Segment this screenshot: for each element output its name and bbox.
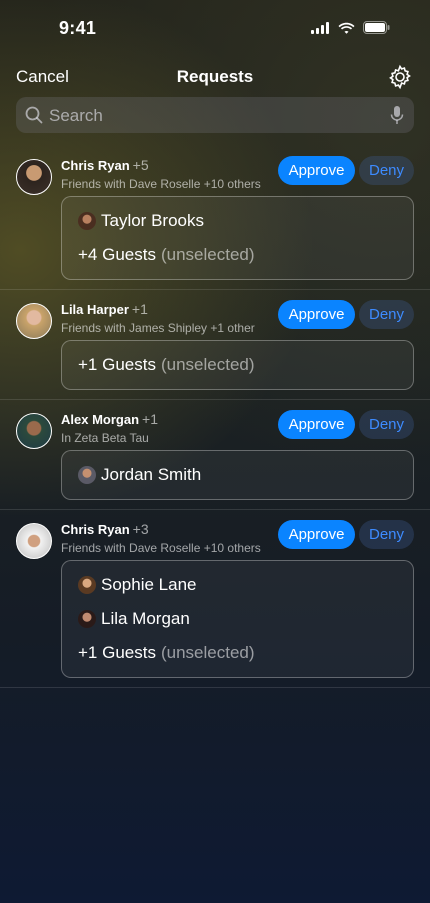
requester-name: Alex Morgan bbox=[61, 412, 140, 427]
status-bar: 9:41 bbox=[0, 0, 430, 56]
requester-name: Chris Ryan bbox=[61, 158, 130, 173]
guest-name: Sophie Lane bbox=[101, 575, 197, 594]
wifi-icon bbox=[338, 21, 355, 39]
deny-button[interactable]: Deny bbox=[359, 156, 414, 185]
requester-subtitle: In Zeta Beta Tau bbox=[61, 431, 149, 445]
approve-button[interactable]: Approve bbox=[278, 520, 355, 549]
request-item: Alex Morgan +1 In Zeta Beta Tau Approve D… bbox=[0, 400, 430, 510]
nav-bar: Cancel Requests bbox=[0, 60, 430, 94]
requester-subtitle: Friends with Dave Roselle +10 others bbox=[61, 177, 261, 191]
guest-row-unselected[interactable]: +1 Guests (unselected) bbox=[78, 643, 255, 663]
request-item: Lila Harper +1 Friends with James Shipley… bbox=[0, 290, 430, 400]
request-item: Chris Ryan +3 Friends with Dave Roselle +… bbox=[0, 510, 430, 688]
avatar bbox=[16, 303, 52, 339]
guest-row[interactable]: Sophie Lane bbox=[78, 575, 196, 595]
page-title: Requests bbox=[176, 67, 254, 86]
approve-button[interactable]: Approve bbox=[278, 300, 355, 329]
request-item: Chris Ryan +5 Friends with Dave Roselle +… bbox=[0, 146, 430, 290]
requester-name: Lila Harper bbox=[61, 302, 129, 317]
guest-row[interactable]: Lila Morgan bbox=[78, 609, 190, 629]
extra-guests: +4 Guests bbox=[78, 245, 156, 264]
guest-count: +1 bbox=[142, 411, 158, 427]
guest-row-unselected[interactable]: +4 Guests (unselected) bbox=[78, 245, 255, 265]
approve-button[interactable]: Approve bbox=[278, 156, 355, 185]
requester-subtitle: Friends with James Shipley +1 other bbox=[61, 321, 255, 335]
avatar bbox=[78, 610, 96, 628]
unselected-label: (unselected) bbox=[160, 355, 255, 374]
status-time: 9:41 bbox=[59, 18, 97, 38]
avatar bbox=[16, 159, 52, 195]
unselected-label: (unselected) bbox=[160, 245, 255, 264]
deny-button[interactable]: Deny bbox=[359, 300, 414, 329]
guest-list: Jordan Smith bbox=[61, 450, 414, 500]
approve-button[interactable]: Approve bbox=[278, 410, 355, 439]
avatar bbox=[78, 212, 96, 230]
guest-name: Taylor Brooks bbox=[101, 211, 204, 230]
requester-name: Chris Ryan bbox=[61, 522, 130, 537]
unselected-label: (unselected) bbox=[160, 643, 255, 662]
guest-name: Lila Morgan bbox=[101, 609, 190, 628]
avatar bbox=[16, 523, 52, 559]
guest-list: +1 Guests (unselected) bbox=[61, 340, 414, 390]
guest-row[interactable]: Jordan Smith bbox=[78, 465, 201, 485]
guest-list: Sophie Lane Lila Morgan +1 Guests (unsel… bbox=[61, 560, 414, 678]
guest-name: Jordan Smith bbox=[101, 465, 202, 484]
search-icon bbox=[25, 106, 43, 129]
search-input[interactable]: Search bbox=[49, 106, 103, 126]
status-icons bbox=[311, 21, 390, 39]
guest-row[interactable]: Taylor Brooks bbox=[78, 211, 204, 231]
avatar bbox=[78, 466, 96, 484]
signal-icon bbox=[311, 21, 330, 39]
deny-button[interactable]: Deny bbox=[359, 410, 414, 439]
guest-count: +1 bbox=[131, 301, 148, 317]
battery-icon bbox=[363, 21, 390, 39]
avatar bbox=[78, 576, 96, 594]
guest-count: +5 bbox=[132, 157, 149, 173]
guest-count: +3 bbox=[132, 521, 149, 537]
search-bar[interactable]: Search bbox=[16, 97, 414, 133]
extra-guests: +1 Guests bbox=[78, 355, 156, 374]
guest-list: Taylor Brooks +4 Guests (unselected) bbox=[61, 196, 414, 280]
requester-subtitle: Friends with Dave Roselle +10 others bbox=[61, 541, 261, 555]
extra-guests: +1 Guests bbox=[78, 643, 156, 662]
gear-icon[interactable] bbox=[387, 64, 413, 90]
deny-button[interactable]: Deny bbox=[359, 520, 414, 549]
avatar bbox=[16, 413, 52, 449]
mic-icon[interactable] bbox=[390, 105, 404, 130]
guest-row-unselected[interactable]: +1 Guests (unselected) bbox=[78, 355, 255, 375]
